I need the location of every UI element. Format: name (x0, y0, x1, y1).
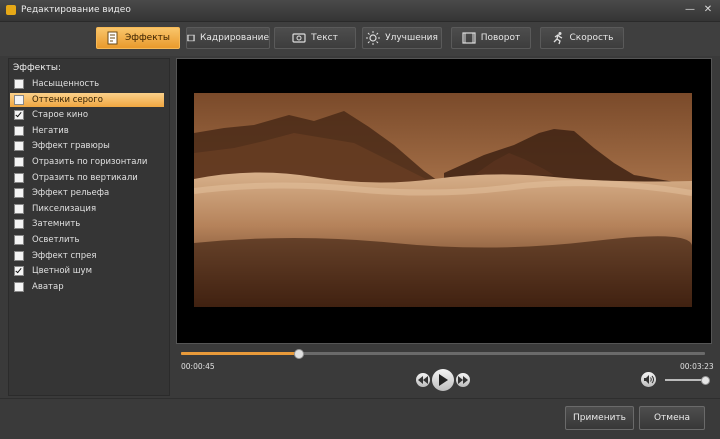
effect-checkbox[interactable] (14, 79, 24, 89)
fast-forward-button[interactable] (456, 373, 470, 387)
effect-item[interactable]: Осветлить (10, 233, 164, 247)
effects-heading: Эффекты: (13, 63, 62, 73)
effect-item[interactable]: Старое кино (10, 108, 164, 122)
apply-button[interactable]: Применить (565, 406, 634, 430)
tab-enhancements-label: Улучшения (385, 33, 438, 43)
volume-level (665, 379, 705, 381)
effect-checkbox[interactable] (14, 219, 24, 230)
effects-icon (107, 31, 118, 45)
effect-item[interactable]: Насыщенность (10, 77, 164, 91)
tab-effects-label: Эффекты (125, 33, 170, 43)
effect-checkbox[interactable] (14, 125, 24, 136)
effect-label: Негатив (32, 125, 69, 136)
effect-label: Отразить по горизонтали (32, 157, 148, 167)
tab-speed[interactable]: Скорость (540, 27, 624, 49)
effect-label: Отразить по вертикали (32, 172, 138, 183)
runner-icon (553, 32, 562, 45)
effect-label: Эффект рельефа (32, 188, 110, 199)
effect-label: Пикселизация (32, 203, 97, 214)
effect-label: Старое кино (32, 110, 89, 121)
effect-label: Эффект гравюры (32, 141, 110, 152)
effect-item[interactable]: Негатив (10, 124, 164, 138)
window-title: Редактирование видео (21, 5, 131, 15)
tab-crop-label: Кадрирование (200, 33, 269, 43)
sun-icon (366, 31, 381, 45)
total-time: 00:03:23 (680, 362, 714, 371)
effect-item[interactable]: Отразить по горизонтали (10, 155, 164, 169)
effect-item[interactable]: Пикселизация (10, 202, 164, 216)
film-crop-icon (187, 34, 195, 42)
effect-item[interactable]: Цветной шум (10, 264, 164, 278)
speaker-icon (643, 375, 654, 384)
effect-checkbox[interactable] (14, 266, 24, 277)
app-icon (6, 5, 16, 15)
effect-item[interactable]: Оттенки серого (10, 92, 164, 107)
effect-checkbox[interactable] (14, 250, 24, 261)
effect-checkbox[interactable] (14, 203, 24, 214)
effect-checkbox[interactable] (14, 110, 24, 121)
effect-item[interactable]: Эффект спрея (10, 249, 164, 263)
effect-checkbox[interactable] (14, 172, 24, 183)
tab-rotate[interactable]: Поворот (451, 27, 531, 49)
tabs-bar: Эффекты Кадрирование Текст Улучшения Пов… (0, 22, 720, 56)
effect-checkbox[interactable] (14, 235, 24, 245)
effect-label: Аватар (32, 281, 64, 292)
video-frame-image (194, 93, 692, 307)
effect-checkbox[interactable] (14, 281, 24, 292)
effect-checkbox[interactable] (14, 94, 24, 105)
text-icon (292, 33, 306, 43)
effect-label: Осветлить (32, 235, 80, 245)
tab-crop[interactable]: Кадрирование (186, 27, 270, 49)
cancel-button[interactable]: Отмена (639, 406, 705, 430)
close-button[interactable]: ✕ (701, 3, 715, 17)
tab-text[interactable]: Текст (274, 27, 356, 49)
effect-checkbox[interactable] (14, 188, 24, 199)
effect-checkbox[interactable] (14, 141, 24, 152)
effect-label: Насыщенность (32, 79, 100, 89)
title-bar: Редактирование видео — ✕ (0, 0, 720, 22)
tab-speed-label: Скорость (569, 33, 614, 43)
current-time: 00:00:45 (181, 362, 215, 371)
effect-checkbox[interactable] (14, 157, 24, 167)
effect-item[interactable]: Отразить по вертикали (10, 171, 164, 185)
timeline-slider[interactable] (181, 349, 705, 359)
film-rotate-icon (462, 32, 476, 44)
volume-button[interactable] (641, 372, 656, 387)
effect-item[interactable]: Эффект рельефа (10, 186, 164, 200)
volume-slider[interactable] (665, 376, 710, 385)
play-icon (439, 374, 448, 386)
rewind-button[interactable] (416, 373, 430, 387)
timeline-progress (181, 352, 299, 355)
tab-effects[interactable]: Эффекты (96, 27, 180, 49)
rewind-icon (418, 376, 428, 384)
effect-label: Оттенки серого (32, 94, 103, 105)
volume-thumb[interactable] (701, 376, 710, 385)
tab-text-label: Текст (311, 33, 338, 43)
play-button[interactable] (432, 369, 454, 391)
minimize-button[interactable]: — (683, 3, 697, 17)
effect-item[interactable]: Аватар (10, 280, 164, 294)
timeline-thumb[interactable] (293, 349, 304, 359)
effect-item[interactable]: Затемнить (10, 217, 164, 231)
tab-enhancements[interactable]: Улучшения (362, 27, 442, 49)
effect-label: Эффект спрея (32, 250, 97, 261)
tab-rotate-label: Поворот (480, 33, 521, 43)
effect-label: Затемнить (32, 219, 81, 230)
fast-forward-icon (458, 376, 468, 384)
effect-label: Цветной шум (32, 266, 92, 277)
effect-item[interactable]: Эффект гравюры (10, 139, 164, 153)
